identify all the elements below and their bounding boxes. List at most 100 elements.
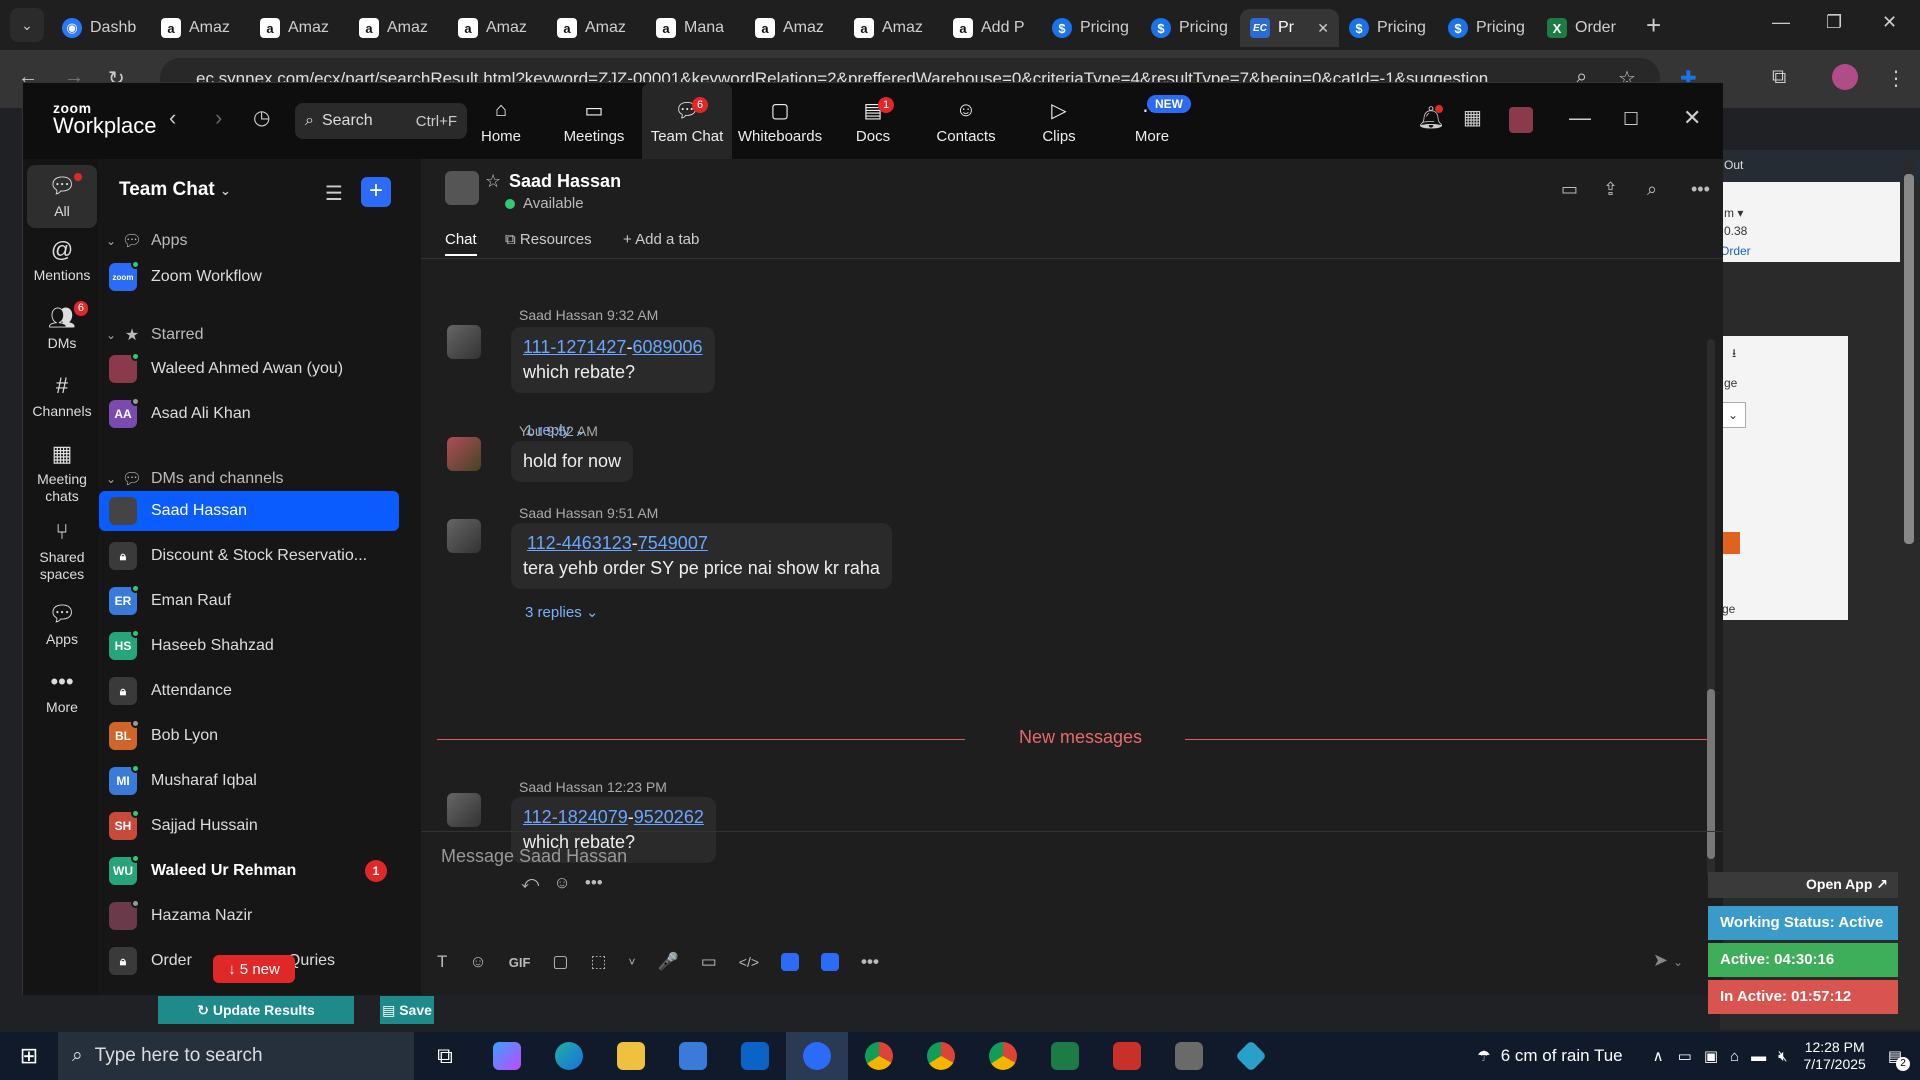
browser-tab[interactable]: a Amaz — [151, 9, 250, 47]
close-icon[interactable]: ✕ — [1882, 12, 1897, 33]
zoom-tab-more[interactable]: ⋯MoreNEW — [1107, 83, 1197, 159]
text-format-icon[interactable]: T — [437, 952, 447, 972]
clock[interactable]: 12:28 PM 7/17/2025 — [1804, 1039, 1866, 1074]
video-call-icon[interactable]: ▭ — [1561, 179, 1578, 200]
browser-tab[interactable]: a Amaz — [844, 9, 943, 47]
meet-icon[interactable]: ▣ — [1704, 1047, 1718, 1065]
message-input[interactable]: Message Saad Hassan — [441, 846, 627, 867]
screenshot-dropdown-icon[interactable]: ˅ — [629, 955, 636, 969]
rail-item-more[interactable]: ••• More — [27, 661, 97, 724]
zoom-tab-whiteboards[interactable]: ▢ Whiteboards — [735, 83, 825, 159]
share-screen-icon[interactable]: ⇪ — [1603, 179, 1618, 200]
star-outline-icon[interactable]: ☆ — [485, 171, 501, 192]
message-link[interactable]: 112-1824079 — [523, 807, 628, 827]
video-clip-icon[interactable]: ▭ — [701, 952, 717, 972]
chat-search-icon[interactable]: ⌕ — [1647, 179, 1657, 200]
message-link[interactable]: 7549007 — [638, 533, 708, 553]
rail-item-all[interactable]: 💬︎ All — [27, 165, 97, 228]
tab-close-icon[interactable]: ✕ — [1317, 20, 1329, 37]
browser-menu-icon[interactable]: ⋮ — [1886, 66, 1906, 91]
tab-search-button[interactable]: ⌄ — [10, 8, 44, 42]
windows-start-icon[interactable]: ⊞ — [0, 1043, 58, 1069]
minimize-icon[interactable]: — — [1772, 12, 1790, 33]
sender-avatar[interactable] — [447, 793, 481, 827]
rail-item-channels[interactable]: # Channels — [27, 365, 97, 428]
browser-tab[interactable]: a Amaz — [250, 9, 349, 47]
tablet-icon[interactable]: ▭ — [1678, 1047, 1692, 1065]
weather-icon[interactable]: ☂ — [1477, 1047, 1490, 1065]
zoom-taskbar-icon[interactable] — [786, 1032, 848, 1080]
tray-overflow-icon[interactable]: ∧ — [1653, 1047, 1664, 1065]
message-bubble[interactable]: hold for now — [511, 441, 634, 483]
bg-select[interactable]: ⌄ — [1720, 402, 1746, 428]
rail-item-apps[interactable]: 💬︎ Apps — [27, 593, 97, 656]
zoom-maximize-icon[interactable]: ☐ — [1623, 109, 1639, 130]
message-bubble[interactable]: 111-1271427-6089006 which rebate? — [511, 327, 715, 394]
microphone-icon[interactable]: 🎤 — [658, 952, 679, 972]
whiteboard-app-icon[interactable] — [821, 953, 840, 971]
zoom-tab-clips[interactable]: ▷ Clips — [1014, 83, 1104, 159]
message-link[interactable]: 111-1271427 — [523, 337, 626, 357]
restore-icon[interactable]: ❐ — [1826, 12, 1842, 33]
sender-avatar[interactable] — [447, 519, 481, 553]
zoom-tab-meetings[interactable]: ▭ Meetings — [549, 83, 639, 159]
message-link[interactable]: 112-4463123 — [527, 533, 632, 553]
emoji-icon[interactable]: ☺ — [469, 952, 486, 972]
page-scrollbar[interactable] — [1904, 160, 1914, 1020]
gif-icon[interactable]: GIF — [509, 955, 531, 970]
filter-icon[interactable]: ☰ — [325, 181, 343, 206]
send-dropdown-icon[interactable]: ⌄ — [1673, 955, 1683, 969]
sidebar-item[interactable]: Waleed Ahmed Awan (you) — [99, 349, 399, 389]
chrome-icon[interactable] — [972, 1032, 1034, 1080]
zoom-minimize-icon[interactable]: — — [1569, 105, 1591, 131]
calculator-icon[interactable] — [1158, 1032, 1220, 1080]
app-icon[interactable] — [1220, 1032, 1282, 1080]
browser-tab[interactable]: $ Pricing — [1141, 9, 1240, 47]
browser-tab[interactable]: $ Pricing — [1438, 9, 1537, 47]
bg-orange-button[interactable] — [1720, 532, 1740, 554]
task-view-icon[interactable]: ⧉ — [414, 1032, 476, 1080]
message-link[interactable]: 9520262 — [634, 807, 704, 827]
browser-tab[interactable]: a Amaz — [547, 9, 646, 47]
download-icon[interactable]: ⭳ — [1732, 344, 1736, 365]
rail-item-meeting-chats[interactable]: ▦ Meeting chats — [27, 433, 97, 513]
more-tools-icon[interactable]: ••• — [861, 952, 879, 972]
new-chat-button[interactable]: + — [361, 177, 391, 207]
zoom-tab-docs[interactable]: ▤ Docs 1 — [828, 83, 918, 159]
profile-avatar[interactable] — [1832, 64, 1858, 90]
update-results-button[interactable]: ↻ Update Results — [158, 996, 354, 1024]
contact-name[interactable]: Saad Hassan — [509, 171, 621, 192]
browser-tab[interactable]: $ Pricing — [1339, 9, 1438, 47]
replies-link[interactable]: 3 replies ⌄ — [525, 603, 598, 621]
edge-icon[interactable] — [538, 1032, 600, 1080]
browser-tab[interactable]: ◉ Dashb — [52, 9, 151, 47]
zoom-search[interactable]: ⌕ Search Ctrl+F — [295, 103, 467, 139]
new-tab-button[interactable]: + — [1646, 10, 1661, 41]
browser-tab[interactable]: X Order — [1537, 9, 1636, 47]
message-link[interactable]: 6089006 — [632, 337, 702, 357]
rail-item-shared-spaces[interactable]: ⑂ Shared spaces — [27, 511, 97, 591]
sidebar-item[interactable]: HS Haseeb Shahzad — [99, 626, 399, 666]
sidebar-item[interactable]: Hazama Nazir — [99, 896, 399, 936]
open-app-button[interactable]: Open App ↗ — [1708, 872, 1898, 898]
notifications-icon[interactable]: ▤ 2 — [1888, 1047, 1910, 1071]
new-messages-pill[interactable]: ↓ 5 new — [213, 955, 295, 983]
battery-icon[interactable]: ▬ — [1751, 1048, 1766, 1065]
sidebar-item[interactable]: MI Musharaf Iqbal — [99, 761, 399, 801]
browser-tab[interactable]: a Add P — [943, 9, 1042, 47]
code-icon[interactable]: </> — [739, 954, 759, 970]
sidebar-item[interactable]: ER Eman Rauf — [99, 581, 399, 621]
filezilla-icon[interactable] — [1096, 1032, 1158, 1080]
file-explorer-icon[interactable] — [600, 1032, 662, 1080]
contact-avatar[interactable] — [445, 171, 479, 205]
message-bubble[interactable]: 112-4463123-7549007 tera yehb order SY p… — [511, 523, 892, 590]
sidebar-item[interactable]: SH Sajjad Hussain — [99, 806, 399, 846]
screenshot-icon[interactable]: ⬚ — [590, 952, 606, 972]
save-button[interactable]: ▤ Save — [380, 996, 434, 1024]
more-options-icon[interactable]: ••• — [1691, 179, 1710, 200]
rail-item-mentions[interactable]: @ Mentions — [27, 229, 97, 292]
sidebar-item[interactable]: WU Waleed Ur Rehman 1 — [99, 851, 399, 891]
extensions-icon[interactable]: ⧉ — [1772, 66, 1786, 89]
zoom-tab-contacts[interactable]: ☺ Contacts — [921, 83, 1011, 159]
weather-text[interactable]: 6 cm of rain Tue — [1501, 1046, 1623, 1066]
